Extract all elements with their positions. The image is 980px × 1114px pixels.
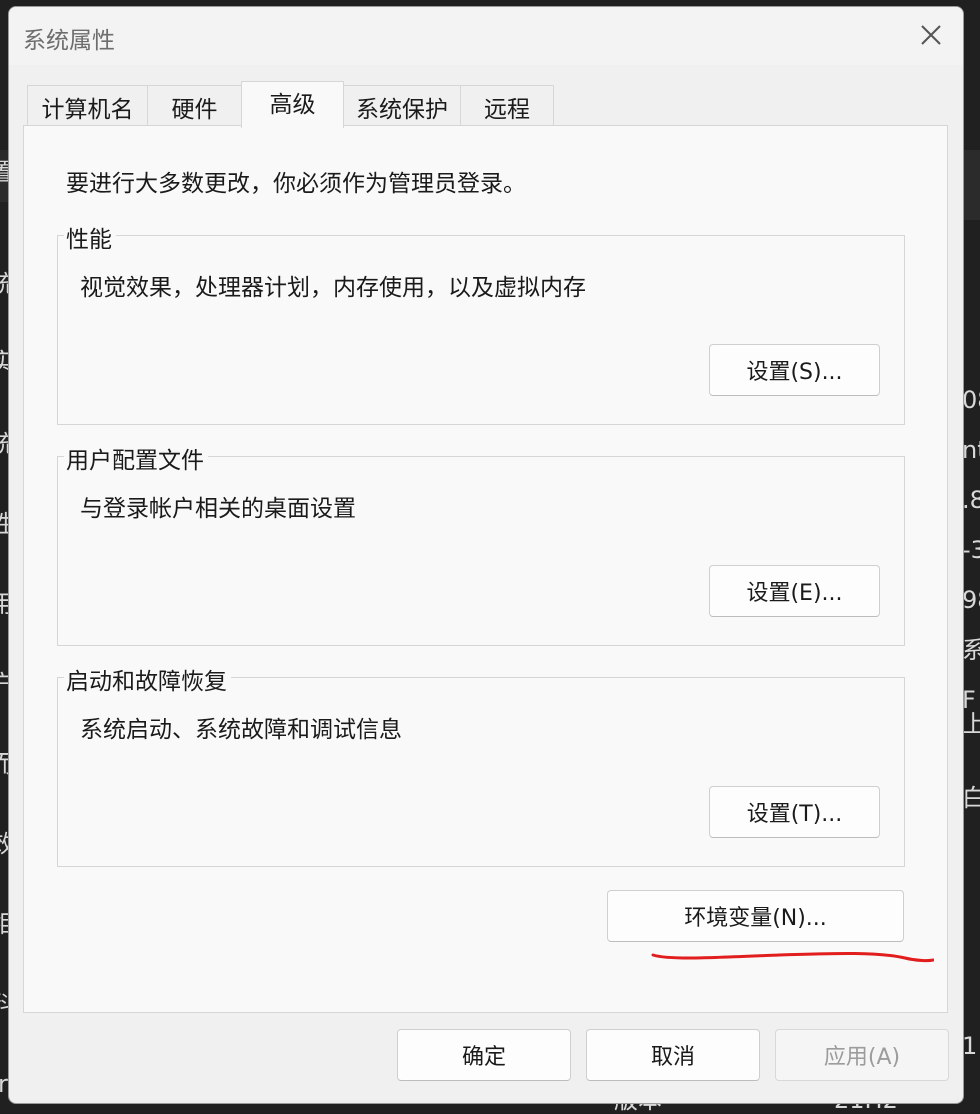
user-profiles-title: 用户配置文件 <box>64 441 208 475</box>
performance-group: 性能 视觉效果，处理器计划，内存使用，以及虚拟内存 设置(S)... <box>57 220 905 425</box>
bg-right-text: 98 <box>962 586 980 614</box>
tab-label: 计算机名 <box>41 96 134 123</box>
environment-variables-button[interactable]: 环境变量(N)... <box>607 890 904 942</box>
bg-right-strip <box>964 150 980 220</box>
performance-settings-button[interactable]: 设置(S)... <box>709 344 880 396</box>
bg-left-text: r <box>0 1070 8 1098</box>
tab-label: 系统保护 <box>356 96 448 123</box>
bg-right-text: .8 <box>962 486 980 514</box>
tab-hardware[interactable]: 硬件 <box>147 85 242 127</box>
bg-right-text: -3 <box>962 536 980 564</box>
admin-notice: 要进行大多数更改，你必须作为管理员登录。 <box>66 171 526 197</box>
tab-system-protection[interactable]: 系统保护 <box>343 85 461 127</box>
bg-right-text: 系 <box>962 636 980 664</box>
tab-advanced[interactable]: 高级 <box>241 81 344 128</box>
red-annotation-underline <box>651 951 934 963</box>
close-button[interactable] <box>899 7 963 63</box>
advanced-tab-panel: 要进行大多数更改，你必须作为管理员登录。 性能 视觉效果，处理器计划，内存使用，… <box>23 125 948 1013</box>
performance-description: 视觉效果，处理器计划，内存使用，以及虚拟内存 <box>80 275 586 301</box>
bg-right-text: F上 <box>962 686 980 738</box>
performance-title: 性能 <box>64 220 116 254</box>
close-icon <box>921 25 941 45</box>
window-title: 系统属性 <box>23 28 115 54</box>
title-bar[interactable]: 系统属性 <box>9 7 963 65</box>
ok-button[interactable]: 确定 <box>397 1029 571 1081</box>
startup-recovery-settings-button[interactable]: 设置(T)... <box>709 786 880 838</box>
tab-remote[interactable]: 远程 <box>460 85 554 127</box>
tab-label: 高级 <box>269 92 316 118</box>
bg-right-text: 08 <box>962 386 980 414</box>
user-profiles-settings-button[interactable]: 设置(E)... <box>709 565 880 617</box>
user-profiles-description: 与登录帐户相关的桌面设置 <box>80 496 356 522</box>
tab-label: 硬件 <box>171 96 218 123</box>
user-profiles-group: 用户配置文件 与登录帐户相关的桌面设置 设置(E)... <box>57 441 905 646</box>
apply-button[interactable]: 应用(A) <box>775 1029 949 1081</box>
tab-computer-name[interactable]: 计算机名 <box>27 85 148 127</box>
startup-recovery-title: 启动和故障恢复 <box>64 662 231 696</box>
startup-recovery-description: 系统启动、系统故障和调试信息 <box>80 717 402 743</box>
bg-right-text: 白 <box>962 784 980 812</box>
bg-bottom-text: 1 <box>962 1032 978 1060</box>
system-properties-dialog: 系统属性 计算机名 硬件 高级 系统保护 远程 要进行大多数更改，你必须作为管理… <box>8 6 964 1104</box>
tab-label: 远程 <box>484 96 530 123</box>
startup-recovery-group: 启动和故障恢复 系统启动、系统故障和调试信息 设置(T)... <box>57 662 905 867</box>
cancel-button[interactable]: 取消 <box>586 1029 760 1081</box>
bg-right-text: nte <box>962 436 980 464</box>
